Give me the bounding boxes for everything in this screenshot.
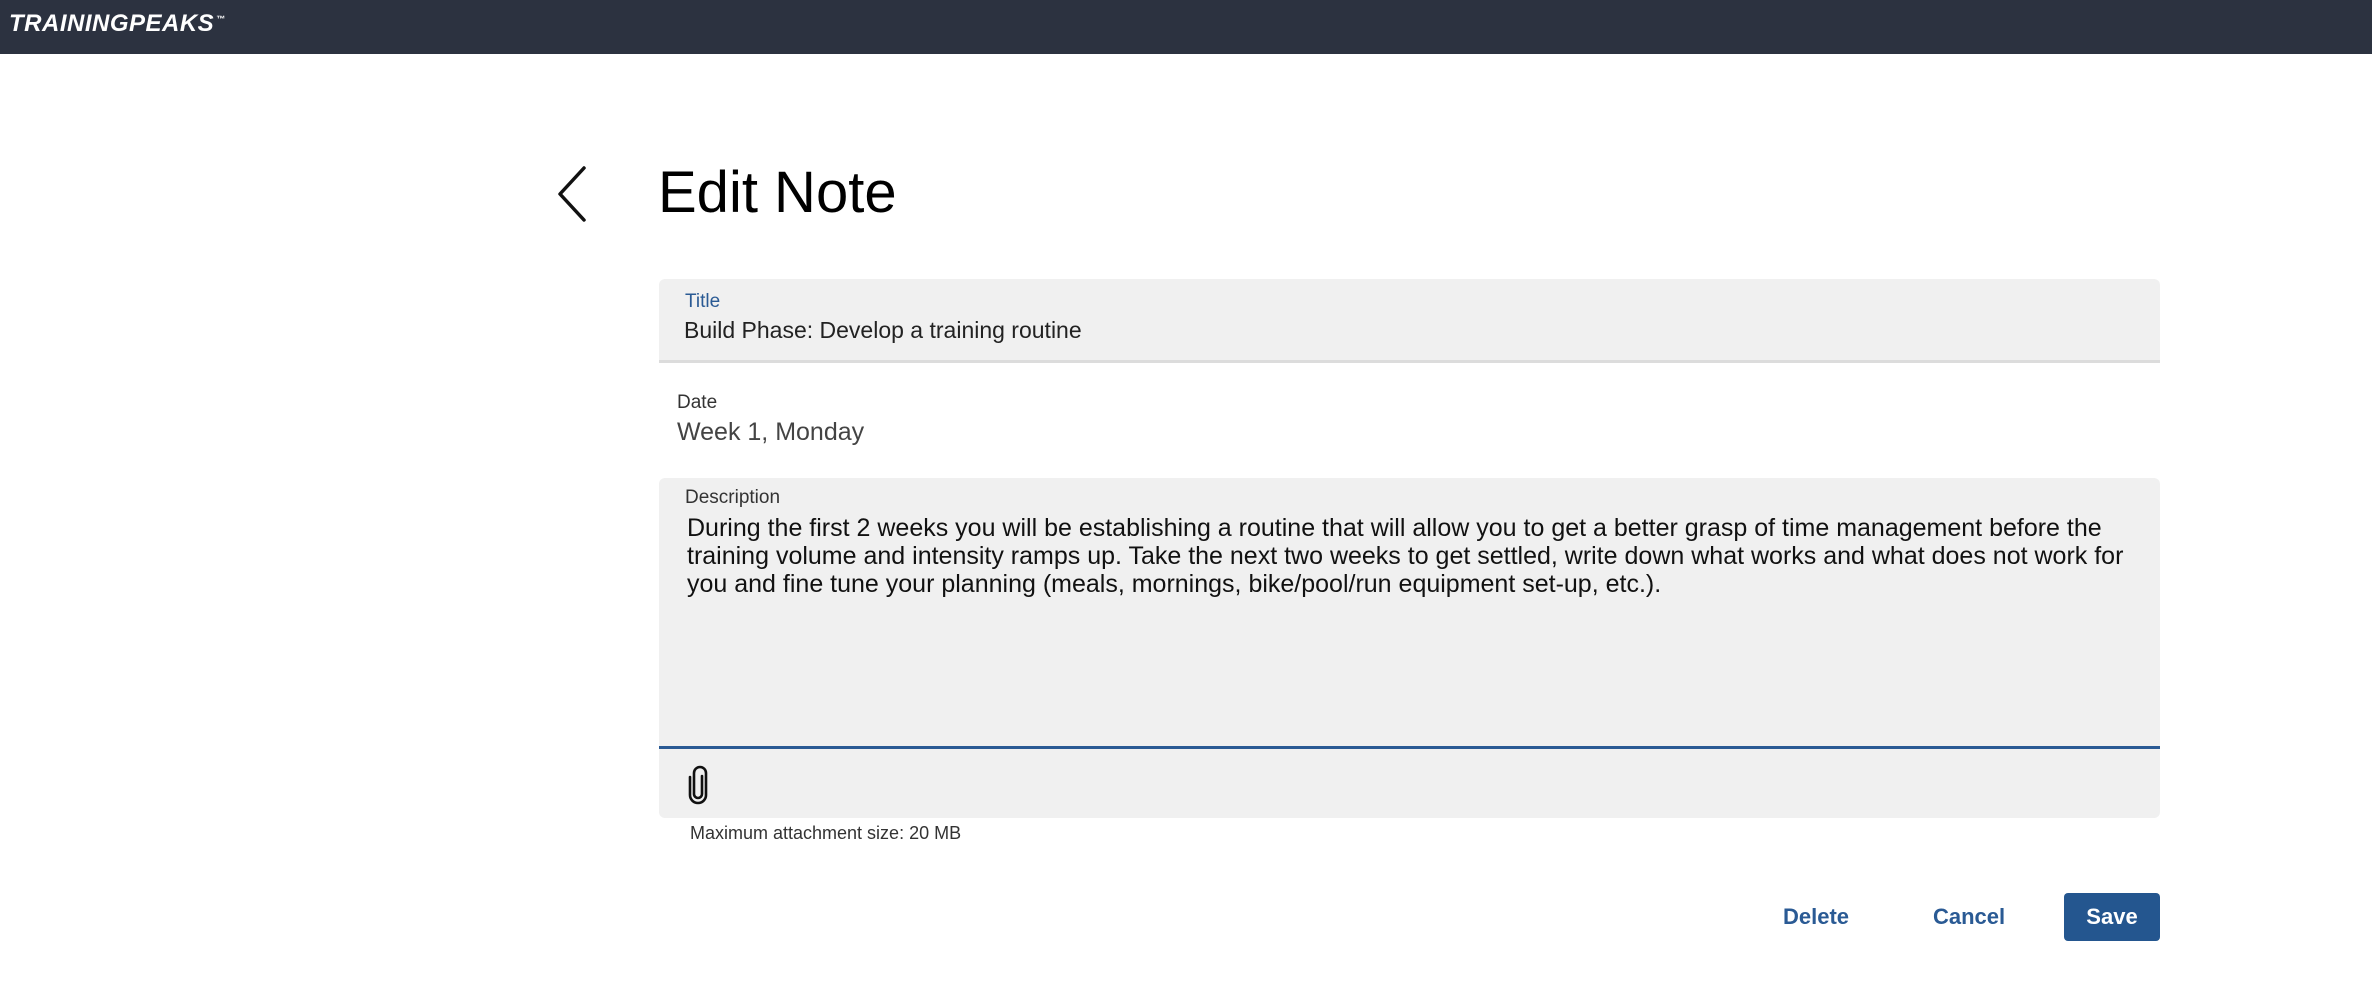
logo-trademark: ™ xyxy=(216,14,226,24)
trainingpeaks-logo[interactable]: TRAININGPEAKS ™ xyxy=(9,10,226,38)
date-field: Date Week 1, Monday xyxy=(677,392,864,447)
title-input[interactable]: Build Phase: Develop a training routine xyxy=(684,317,1082,344)
attach-file-button[interactable] xyxy=(685,765,711,805)
date-label: Date xyxy=(677,392,718,413)
paperclip-icon xyxy=(688,765,708,805)
attachment-bar xyxy=(659,749,2160,818)
delete-button[interactable]: Delete xyxy=(1771,893,1861,941)
date-value: Week 1, Monday xyxy=(677,418,865,446)
chevron-left-icon xyxy=(558,166,586,222)
logo-text: TRAININGPEAKS xyxy=(9,10,215,37)
save-button[interactable]: Save xyxy=(2064,893,2160,941)
attachment-size-note: Maximum attachment size: 20 MB xyxy=(690,823,962,843)
page-title: Edit Note xyxy=(658,160,897,225)
description-field[interactable]: Description During the first 2 weeks you… xyxy=(659,478,2160,749)
description-label: Description xyxy=(685,487,781,508)
cancel-button[interactable]: Cancel xyxy=(1921,893,2017,941)
title-label: Title xyxy=(685,291,721,312)
title-field[interactable]: Title Build Phase: Develop a training ro… xyxy=(659,279,2160,363)
description-textarea[interactable]: During the first 2 weeks you will be est… xyxy=(687,514,2127,598)
top-navigation-bar: TRAININGPEAKS ™ xyxy=(0,0,2372,54)
back-button[interactable] xyxy=(548,160,600,224)
